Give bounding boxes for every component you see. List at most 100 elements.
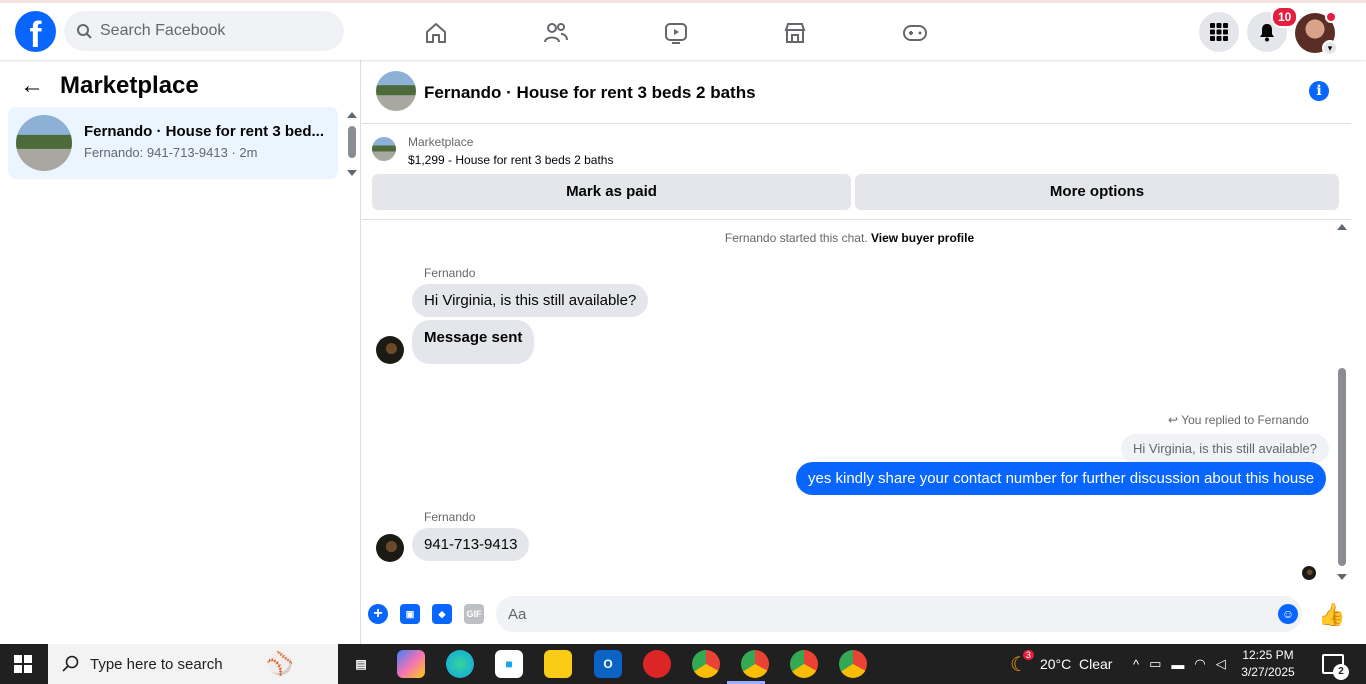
scroll-down-arrow-icon[interactable] xyxy=(347,170,357,176)
panel-header: ← Marketplace xyxy=(20,72,199,100)
chevron-down-icon[interactable]: ▾ xyxy=(1322,40,1338,56)
video-icon xyxy=(665,23,687,44)
reply-note: ↩ You replied to Fernando xyxy=(1168,413,1309,427)
chat-panel: Fernando · House for rent 3 beds 2 baths… xyxy=(362,60,1351,644)
facebook-logo[interactable]: f xyxy=(15,11,56,52)
edge-icon[interactable] xyxy=(446,650,474,678)
weather-alert-badge: 3 xyxy=(1022,649,1034,660)
emoji-icon[interactable]: ☺ xyxy=(1278,604,1298,624)
gaming-nav[interactable] xyxy=(897,15,933,51)
search-input[interactable] xyxy=(100,22,320,40)
windows-taskbar: ⚾ ▤ ■ O ☾3 20°C Clear ^ ▭ ▬ ◠ ◁ 12:25 PM… xyxy=(0,644,1366,684)
chrome-icon[interactable] xyxy=(839,650,867,678)
watch-nav[interactable] xyxy=(658,15,694,51)
windows-start-icon[interactable] xyxy=(14,655,32,673)
chat-scrollbar[interactable] xyxy=(1336,224,1348,580)
top-navigation-bar: f 10 ▾ xyxy=(0,0,1366,60)
weather-moon-icon: ☾ 3 xyxy=(1010,649,1034,677)
conversation-preview: Fernando: 941-713-9413 · 2m xyxy=(84,145,258,160)
home-icon xyxy=(426,23,446,43)
weather-widget[interactable]: ☾ 3 20°C Clear xyxy=(1010,644,1112,684)
search-box[interactable] xyxy=(64,11,344,51)
friends-nav[interactable] xyxy=(538,15,574,51)
scroll-down-arrow-icon[interactable] xyxy=(1337,574,1347,580)
profile-avatar[interactable]: ▾ xyxy=(1295,11,1338,56)
taskbar-search-input[interactable] xyxy=(90,655,260,673)
sender-avatar[interactable] xyxy=(376,336,404,364)
message-composer: + ▣ ◆ GIF ☺ 👍 xyxy=(362,596,1351,632)
scroll-thumb[interactable] xyxy=(1338,368,1346,566)
marketplace-nav[interactable] xyxy=(777,15,813,51)
photo-icon[interactable]: ▣ xyxy=(400,604,420,624)
scroll-up-arrow-icon[interactable] xyxy=(347,112,357,118)
gif-icon[interactable]: GIF xyxy=(464,604,484,624)
reply-note-text: You replied to Fernando xyxy=(1181,413,1309,427)
notification-center-badge: 2 xyxy=(1333,664,1349,680)
incoming-message[interactable]: Message sent xyxy=(412,320,535,364)
chat-title[interactable]: Fernando · House for rent 3 beds 2 baths xyxy=(424,83,756,103)
menu-button[interactable] xyxy=(1199,12,1239,52)
view-buyer-profile-link[interactable]: View buyer profile xyxy=(871,231,974,245)
incoming-message[interactable]: Hi Virginia, is this still available? xyxy=(412,284,649,317)
scroll-up-arrow-icon[interactable] xyxy=(1337,224,1347,230)
meet-now-icon[interactable]: ▭ xyxy=(1149,656,1161,672)
search-icon xyxy=(77,24,92,39)
gamepad-icon xyxy=(903,25,927,41)
incoming-message[interactable]: 941-713-9413 xyxy=(412,528,530,561)
reply-arrow-icon: ↩ xyxy=(1168,413,1179,427)
clock-date: 3/27/2025 xyxy=(1241,665,1295,679)
chat-header: Fernando · House for rent 3 beds 2 baths… xyxy=(362,60,1351,124)
back-arrow-icon[interactable]: ← xyxy=(20,72,44,100)
panel-title: Marketplace xyxy=(60,72,199,99)
home-nav[interactable] xyxy=(418,15,454,51)
sidebar-scrollbar[interactable] xyxy=(346,112,357,176)
file-explorer-icon[interactable] xyxy=(544,650,572,678)
store-icon xyxy=(784,23,806,43)
volume-icon[interactable]: ◁ xyxy=(1216,656,1226,672)
sender-avatar[interactable] xyxy=(376,534,404,562)
more-options-button[interactable]: More options xyxy=(855,174,1339,210)
baseball-icon: ⚾ xyxy=(266,651,294,676)
listing-thumbnail xyxy=(16,115,72,171)
outgoing-message[interactable]: yes kindly share your contact number for… xyxy=(796,462,1327,495)
app-icon[interactable] xyxy=(643,650,671,678)
listing-source: Marketplace xyxy=(408,135,474,149)
clock-time: 12:25 PM xyxy=(1242,648,1294,662)
quoted-message[interactable]: Hi Virginia, is this still available? xyxy=(1121,434,1330,463)
info-icon[interactable]: i xyxy=(1309,81,1329,101)
chrome-icon[interactable] xyxy=(741,650,769,678)
listing-price-title[interactable]: $1,299 - House for rent 3 beds 2 baths xyxy=(408,153,613,167)
friends-icon xyxy=(544,23,568,43)
plus-icon[interactable]: + xyxy=(368,604,388,624)
read-receipt-avatar xyxy=(1302,566,1316,580)
marketplace-inbox-panel: ← Marketplace Fernando · House for rent … xyxy=(0,60,361,644)
wifi-icon[interactable]: ◠ xyxy=(1194,656,1205,672)
listing-thumbnail-small[interactable] xyxy=(372,137,396,161)
conversation-title: Fernando · House for rent 3 bed... xyxy=(84,123,325,140)
system-clock[interactable]: 12:25 PM 3/27/2025 xyxy=(1226,647,1310,681)
system-tray[interactable]: ^ ▭ ▬ ◠ ◁ xyxy=(1133,644,1226,684)
store-icon[interactable]: ■ xyxy=(495,650,523,678)
thumbs-up-icon[interactable]: 👍 xyxy=(1318,602,1345,628)
scroll-thumb[interactable] xyxy=(348,126,356,158)
notification-count-badge: 10 xyxy=(1271,6,1299,28)
chrome-icon[interactable] xyxy=(790,650,818,678)
message-thread: Fernando started this chat. View buyer p… xyxy=(362,220,1337,584)
chat-avatar[interactable] xyxy=(376,71,416,111)
sender-name: Fernando xyxy=(424,266,476,280)
mark-as-paid-button[interactable]: Mark as paid xyxy=(372,174,851,210)
chat-start-text: Fernando started this chat. xyxy=(724,231,868,245)
alert-dot xyxy=(1325,11,1337,23)
battery-icon[interactable]: ▬ xyxy=(1171,657,1184,672)
copilot-icon[interactable] xyxy=(397,650,425,678)
chrome-icon[interactable] xyxy=(692,650,720,678)
conversation-item[interactable]: Fernando · House for rent 3 bed... Ferna… xyxy=(8,107,338,179)
weather-text: 20°C Clear xyxy=(1039,656,1113,672)
message-input[interactable] xyxy=(496,596,1302,632)
sticker-icon[interactable]: ◆ xyxy=(432,604,452,624)
task-view-icon[interactable]: ▤ xyxy=(347,650,375,678)
chevron-up-icon[interactable]: ^ xyxy=(1133,657,1139,672)
taskbar-search[interactable]: ⚾ xyxy=(48,644,338,684)
notifications-button[interactable]: 10 xyxy=(1247,6,1299,52)
outlook-icon[interactable]: O xyxy=(594,650,622,678)
